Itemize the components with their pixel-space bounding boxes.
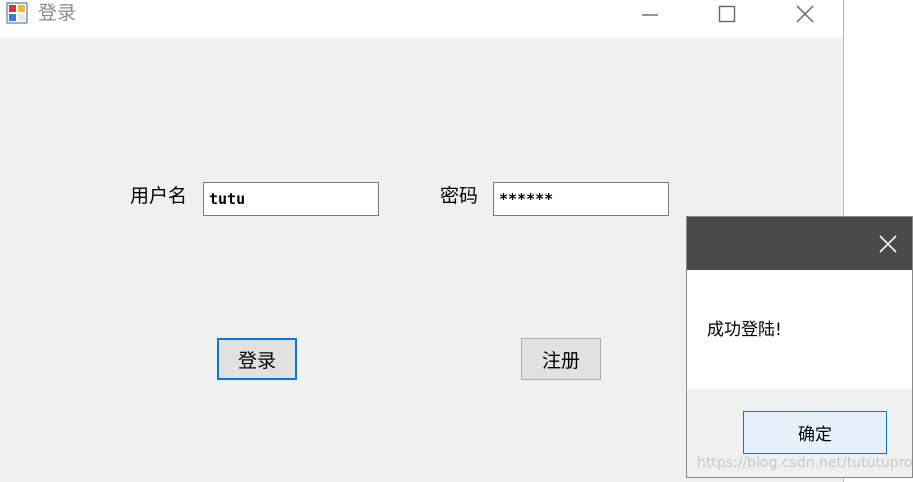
password-input[interactable] [493,182,669,216]
minimize-icon [642,14,658,16]
watermark: https://blog.csdn.net/tututupro [697,455,913,471]
dialog-close-button[interactable] [875,231,901,257]
username-input[interactable] [203,182,379,216]
minimize-button[interactable] [620,0,680,28]
message-dialog: 成功登陆! 确定 [686,216,913,478]
login-button[interactable]: 登录 [217,338,297,380]
title-bar[interactable]: 登录 [0,0,843,38]
maximize-icon [718,5,736,23]
username-label: 用户名 [130,185,188,207]
close-icon [879,235,897,253]
ok-button[interactable]: 确定 [743,411,887,454]
close-button[interactable] [775,0,835,28]
password-label: 密码 [440,185,479,207]
register-button[interactable]: 注册 [521,338,601,380]
dialog-message: 成功登陆! [707,320,782,340]
maximize-button[interactable] [697,0,757,28]
close-icon [796,5,814,23]
app-icon [6,2,28,24]
window-title: 登录 [38,2,77,24]
dialog-title-bar[interactable] [687,217,912,270]
